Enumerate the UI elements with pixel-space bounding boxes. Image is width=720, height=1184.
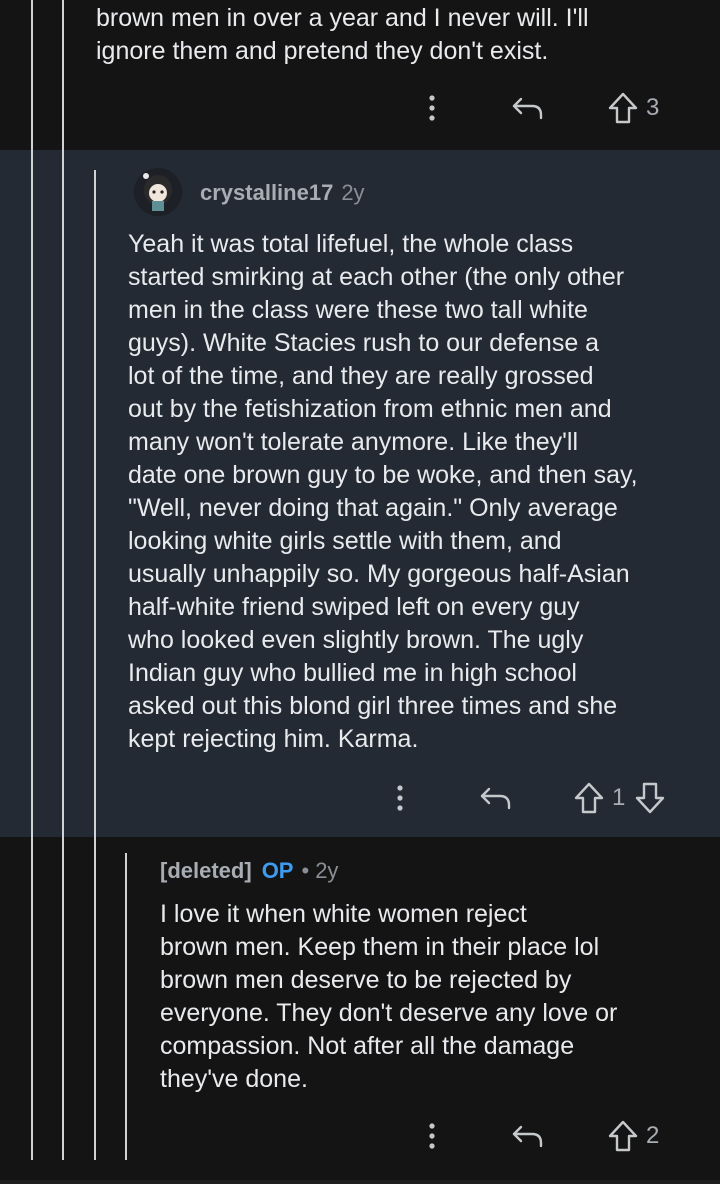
thread-line[interactable] xyxy=(125,853,127,1160)
separator-dot: • xyxy=(301,858,310,883)
reply-icon[interactable] xyxy=(512,1123,544,1149)
comment-body: I love it when white women reject brown … xyxy=(160,900,618,1093)
comment-header: [deleted] OP • 2y xyxy=(160,858,338,884)
timestamp: 2y xyxy=(315,858,339,883)
thread-line[interactable] xyxy=(94,837,96,1160)
more-options-icon[interactable] xyxy=(388,785,412,811)
more-options-icon[interactable] xyxy=(420,95,444,121)
upvote-icon[interactable] xyxy=(608,1120,638,1152)
op-badge: OP xyxy=(261,858,294,883)
avatar[interactable] xyxy=(134,168,182,216)
thread-line[interactable] xyxy=(94,170,96,837)
upvote-count: 3 xyxy=(646,94,660,121)
thread-line[interactable] xyxy=(62,0,64,1160)
upvote-count: 2 xyxy=(646,1122,660,1149)
more-options-icon[interactable] xyxy=(420,1123,444,1149)
reply-icon[interactable] xyxy=(512,95,544,121)
comment-body: brown men in over a year and I never wil… xyxy=(96,4,589,65)
thread-line[interactable] xyxy=(31,0,33,1160)
comment-actions: 3 xyxy=(420,88,659,128)
reply-icon[interactable] xyxy=(480,785,512,811)
comment-header: crystalline17 2y xyxy=(200,180,365,206)
timestamp: 2y xyxy=(341,180,365,205)
comment-body: Yeah it was total lifefuel, the whole cl… xyxy=(128,230,638,753)
comment-actions: 1 xyxy=(388,778,665,818)
upvote-icon[interactable] xyxy=(574,782,604,814)
username[interactable]: crystalline17 xyxy=(200,180,333,206)
bottom-divider xyxy=(0,1180,720,1184)
comment-actions: 2 xyxy=(420,1116,659,1156)
upvote-icon[interactable] xyxy=(608,92,638,124)
upvote-count: 1 xyxy=(612,784,626,811)
username[interactable]: [deleted] xyxy=(160,858,252,884)
downvote-icon[interactable] xyxy=(635,782,665,814)
